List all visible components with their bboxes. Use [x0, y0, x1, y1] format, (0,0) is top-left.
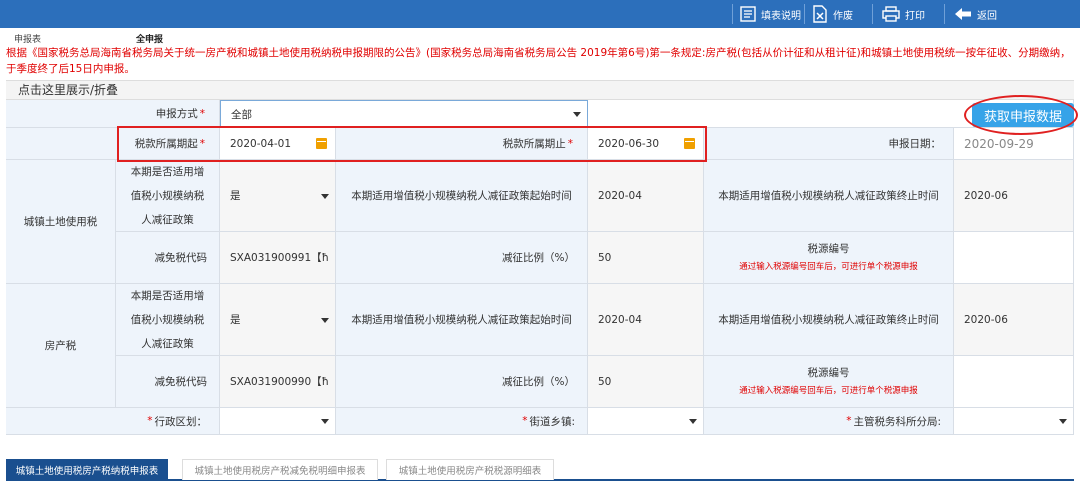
- land-code-value[interactable]: SXA031900991【ħ: [220, 232, 336, 284]
- land-ratio-value: 50: [588, 232, 704, 284]
- print-button[interactable]: 打印: [882, 4, 925, 24]
- toolbar-separator: [804, 4, 805, 24]
- street-label: * 街道乡镇:: [336, 408, 588, 435]
- print-label: 打印: [905, 10, 925, 22]
- land-source-input[interactable]: [954, 232, 1074, 284]
- subnav-report[interactable]: 申报表: [14, 32, 41, 45]
- period-start-value: 2020-04-01: [230, 137, 292, 150]
- report-tabs: 城镇土地使用税房产税纳税申报表 城镇土地使用税房产税减免税明细申报表 城镇土地使…: [6, 459, 1074, 481]
- fill-guide-button[interactable]: 填表说明: [740, 4, 801, 24]
- tab-reduction-details[interactable]: 城镇土地使用税房产税减免税明细申报表: [182, 459, 378, 480]
- printer-icon: [882, 6, 900, 22]
- declaration-form: 申报方式 * 全部 税款所属期起 * 2020-04-01 税款所属期止 * 2020…: [6, 100, 1074, 435]
- period-start-label: 税款所属期起 *: [6, 128, 220, 160]
- chevron-down-icon: [321, 193, 329, 199]
- toolbar-separator: [944, 4, 945, 24]
- chevron-down-icon: [321, 419, 329, 424]
- calendar-icon[interactable]: [684, 137, 695, 149]
- house-applies-select[interactable]: 是: [220, 284, 336, 356]
- house-start-label: 本期适用增值税小规模纳税人减征政策起始时间: [336, 284, 588, 356]
- house-start-value: 2020-04: [588, 284, 704, 356]
- street-select[interactable]: [588, 408, 704, 435]
- calendar-icon[interactable]: [316, 137, 327, 149]
- sub-navigation: 申报表 全申报: [0, 30, 1080, 45]
- house-tax-section-label: 房产税: [6, 284, 116, 408]
- policy-notice: 根据《国家税务总局海南省税务局关于统一房产税和城镇土地使用税纳税申报期限的公告》…: [6, 47, 1071, 75]
- house-source-input[interactable]: [954, 356, 1074, 408]
- method-value: 全部: [231, 108, 252, 121]
- void-doc-icon: [812, 5, 828, 23]
- house-code-value[interactable]: SXA031900990【ħ: [220, 356, 336, 408]
- tax-office-select[interactable]: [954, 408, 1074, 435]
- district-label: * 行政区划：: [6, 408, 220, 435]
- land-applies-label: 本期是否适用增 值税小规模纳税 人减征政策: [116, 160, 220, 232]
- toolbar-separator: [732, 4, 733, 24]
- chevron-down-icon: [573, 112, 581, 117]
- report-date-value: 2020-09-29: [954, 128, 1074, 160]
- house-code-label: 减免税代码: [116, 356, 220, 408]
- chevron-down-icon: [321, 317, 329, 323]
- subnav-full-report[interactable]: 全申报: [136, 32, 163, 45]
- land-ratio-label: 减征比例（%）: [336, 232, 588, 284]
- arrow-left-icon: [954, 7, 972, 21]
- land-code-label: 减免税代码: [116, 232, 220, 284]
- period-end-value: 2020-06-30: [598, 137, 660, 150]
- period-start-input[interactable]: 2020-04-01: [220, 128, 336, 160]
- land-source-note: 通过输入税源编号回车后，可进行单个税源申报: [739, 261, 918, 272]
- top-toolbar: 填表说明 作废 打印 返回: [0, 0, 1080, 28]
- house-ratio-value: 50: [588, 356, 704, 408]
- expand-collapse-toggle[interactable]: 点击这里展示/折叠: [6, 80, 1074, 100]
- toolbar-separator: [872, 4, 873, 24]
- tab-tax-source-details[interactable]: 城镇土地使用税房产税税源明细表: [386, 459, 554, 480]
- fill-guide-label: 填表说明: [761, 10, 801, 22]
- house-ratio-label: 减征比例（%）: [336, 356, 588, 408]
- house-source-label: 税源编号 通过输入税源编号回车后，可进行单个税源申报: [704, 356, 954, 408]
- chevron-down-icon: [689, 419, 697, 424]
- method-select[interactable]: 全部: [220, 100, 588, 128]
- land-start-label: 本期适用增值税小规模纳税人减征政策起始时间: [336, 160, 588, 232]
- house-applies-value: 是: [230, 314, 241, 326]
- document-icon: [740, 6, 756, 22]
- chevron-down-icon: [1059, 419, 1067, 424]
- tax-office-label: * 主管税务科所分局:: [704, 408, 954, 435]
- house-applies-label: 本期是否适用增 值税小规模纳税 人减征政策: [116, 284, 220, 356]
- house-end-label: 本期适用增值税小规模纳税人减征政策终止时间: [704, 284, 954, 356]
- back-button[interactable]: 返回: [954, 4, 997, 24]
- back-label: 返回: [977, 10, 997, 22]
- tab-main-declaration[interactable]: 城镇土地使用税房产税纳税申报表: [6, 459, 168, 480]
- district-select[interactable]: [220, 408, 336, 435]
- land-source-label: 税源编号 通过输入税源编号回车后，可进行单个税源申报: [704, 232, 954, 284]
- land-start-value: 2020-04: [588, 160, 704, 232]
- house-source-note: 通过输入税源编号回车后，可进行单个税源申报: [739, 385, 918, 396]
- land-end-label: 本期适用增值税小规模纳税人减征政策终止时间: [704, 160, 954, 232]
- void-label: 作废: [833, 10, 853, 22]
- land-tax-section-label: 城镇土地使用税: [6, 160, 116, 284]
- period-end-input[interactable]: 2020-06-30: [588, 128, 704, 160]
- land-applies-value: 是: [230, 190, 241, 202]
- fetch-declaration-data-button[interactable]: 获取申报数据: [972, 103, 1074, 127]
- report-date-label: 申报日期：: [704, 128, 954, 160]
- house-end-value: 2020-06: [954, 284, 1074, 356]
- method-label: 申报方式 *: [6, 100, 220, 128]
- void-button[interactable]: 作废: [812, 4, 853, 24]
- period-end-label: 税款所属期止 *: [336, 128, 588, 160]
- land-applies-select[interactable]: 是: [220, 160, 336, 232]
- land-end-value: 2020-06: [954, 160, 1074, 232]
